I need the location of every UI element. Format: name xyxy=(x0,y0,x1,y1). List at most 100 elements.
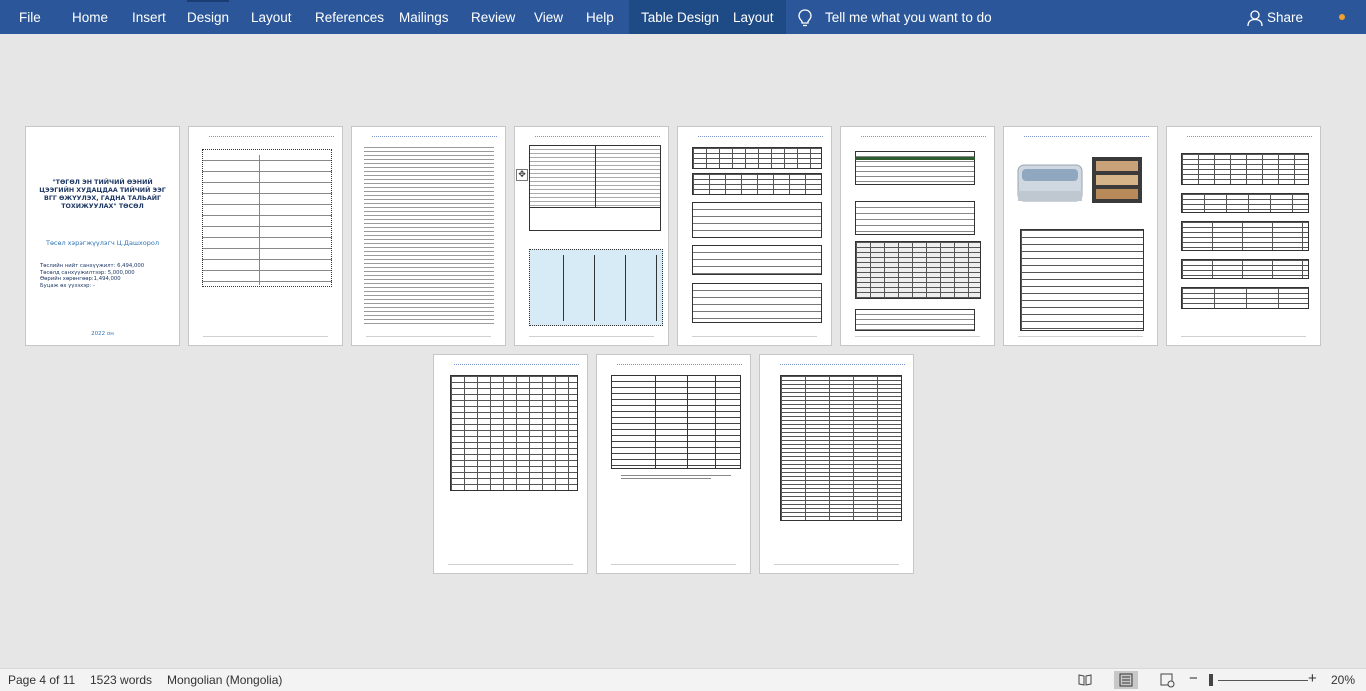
repayment-table xyxy=(780,375,902,521)
share-button[interactable]: Share xyxy=(1267,0,1303,34)
document-canvas[interactable]: "ТӨГӨЛ ЭН ТИЙЧИЙ ӨЭНИЙ ЦЭЭГИЙН ХУДАЦДАА … xyxy=(0,34,1366,668)
budget-table xyxy=(692,147,822,169)
page-header xyxy=(780,364,905,367)
language-indicator[interactable]: Mongolian (Mongolia) xyxy=(167,673,282,687)
info-table xyxy=(202,149,332,287)
tab-view[interactable]: View xyxy=(534,0,563,34)
tab-table-layout[interactable]: Layout xyxy=(721,0,786,34)
page-thumbnail-6[interactable] xyxy=(840,126,995,346)
budget-table xyxy=(692,202,822,238)
page-header xyxy=(454,364,579,367)
note-text xyxy=(621,475,731,476)
cover-author: Төсөл хэрэгжүүлэгч Ц.Дашхорол xyxy=(45,239,160,247)
page-footer xyxy=(366,336,491,337)
person-icon xyxy=(1247,10,1263,27)
word-count[interactable]: 1523 words xyxy=(90,673,152,687)
lightbulb-icon xyxy=(798,9,812,27)
page-footer xyxy=(203,336,328,337)
plan-table-columns xyxy=(533,255,657,321)
table-divider xyxy=(687,375,688,469)
page-thumbnail-1[interactable]: "ТӨГӨЛ ЭН ТИЙЧИЙ ӨЭНИЙ ЦЭЭГИЙН ХУДАЦДАА … xyxy=(25,126,180,346)
schedule-table xyxy=(450,375,578,491)
ribbon-tab-bar: File Home Insert Design Layout Reference… xyxy=(0,0,1366,34)
body-text-block xyxy=(364,145,494,327)
page-thumbnail-4[interactable] xyxy=(514,126,669,346)
page-header xyxy=(698,136,823,139)
freezer-image xyxy=(1017,164,1083,202)
finance-table-dark xyxy=(855,241,981,299)
page-thumbnail-8[interactable] xyxy=(1166,126,1321,346)
budget-table xyxy=(692,283,822,323)
zoom-slider-track[interactable] xyxy=(1218,680,1308,681)
status-bar: Page 4 of 11 1523 words Mongolian (Mongo… xyxy=(0,668,1366,691)
zoom-slider-thumb[interactable] xyxy=(1209,674,1213,686)
page-header xyxy=(1187,136,1312,139)
table-divider xyxy=(259,155,260,285)
finance-table xyxy=(855,309,975,331)
page-footer xyxy=(611,564,736,565)
table-move-handle-icon[interactable]: ✥ xyxy=(516,169,528,181)
cover-info-line: Өөрийн хөрөнгөөр:1,494,000 xyxy=(40,276,121,283)
finance-table xyxy=(855,201,975,235)
cover-title: "ТӨГӨЛ ЭН ТИЙЧИЙ ӨЭНИЙ ЦЭЭГИЙН ХУДАЦДАА … xyxy=(39,179,166,210)
table-highlight-row xyxy=(855,157,975,160)
cost-table xyxy=(1181,193,1309,213)
page-footer xyxy=(448,564,573,565)
page-thumbnail-9[interactable] xyxy=(433,354,588,574)
page-footer xyxy=(1181,336,1306,337)
read-mode-icon[interactable] xyxy=(1073,671,1097,689)
page-header xyxy=(209,136,334,139)
budget-table xyxy=(692,173,822,195)
page-thumbnail-11[interactable] xyxy=(759,354,914,574)
zoom-in-icon[interactable]: + xyxy=(1308,670,1317,687)
page-thumbnail-5[interactable] xyxy=(677,126,832,346)
page-footer xyxy=(529,336,654,337)
cost-table xyxy=(1181,153,1309,185)
table-divider xyxy=(655,375,656,469)
print-layout-icon[interactable] xyxy=(1114,671,1138,689)
cover-info-line: Буцаж өх үүзэхэр: - xyxy=(40,282,95,289)
cost-table xyxy=(1181,287,1309,309)
notification-dot xyxy=(1339,14,1345,20)
page-footer xyxy=(1018,336,1143,337)
tell-me-search[interactable]: Tell me what you want to do xyxy=(825,0,992,34)
tab-review[interactable]: Review xyxy=(471,0,515,34)
tab-help[interactable]: Help xyxy=(586,0,614,34)
tab-layout[interactable]: Layout xyxy=(251,0,292,34)
page-footer xyxy=(774,564,899,565)
tab-file[interactable]: File xyxy=(19,0,41,34)
web-layout-icon[interactable] xyxy=(1155,671,1179,689)
page-thumbnail-3[interactable] xyxy=(351,126,506,346)
zoom-out-icon[interactable]: − xyxy=(1189,670,1198,687)
income-table xyxy=(611,375,741,469)
page-count[interactable]: Page 4 of 11 xyxy=(8,673,75,687)
tab-references[interactable]: References xyxy=(315,0,384,34)
tab-home[interactable]: Home xyxy=(72,0,108,34)
cover-info: Төслийн нийт санхүүжилт: 6,494,000 Төсөл… xyxy=(40,263,144,289)
note-text xyxy=(621,478,711,479)
cost-table xyxy=(1181,221,1309,251)
page-header xyxy=(617,364,742,367)
page-header xyxy=(372,136,497,139)
table-divider xyxy=(715,375,716,469)
display-case-image xyxy=(1092,157,1142,203)
page-thumbnail-2[interactable] xyxy=(188,126,343,346)
cost-table xyxy=(1181,259,1309,279)
page-thumbnail-7[interactable] xyxy=(1003,126,1158,346)
equipment-table xyxy=(1020,229,1144,331)
page-header xyxy=(535,136,660,139)
tab-design[interactable]: Design xyxy=(187,0,230,34)
tab-table-design[interactable]: Table Design xyxy=(629,0,732,34)
page-footer xyxy=(855,336,980,337)
page-header xyxy=(1024,136,1149,139)
tab-mailings[interactable]: Mailings xyxy=(399,0,449,34)
cover-year: 2022 он xyxy=(91,331,114,337)
tab-insert[interactable]: Insert xyxy=(132,0,166,34)
zoom-level[interactable]: 20% xyxy=(1331,673,1355,687)
page-footer xyxy=(692,336,817,337)
page-thumbnail-10[interactable] xyxy=(596,354,751,574)
swot-table-lower xyxy=(529,207,661,231)
cover-info-line: Төслийн нийт санхүүжилт: 6,494,000 xyxy=(40,263,145,269)
budget-table xyxy=(692,245,822,275)
page-header xyxy=(861,136,986,139)
